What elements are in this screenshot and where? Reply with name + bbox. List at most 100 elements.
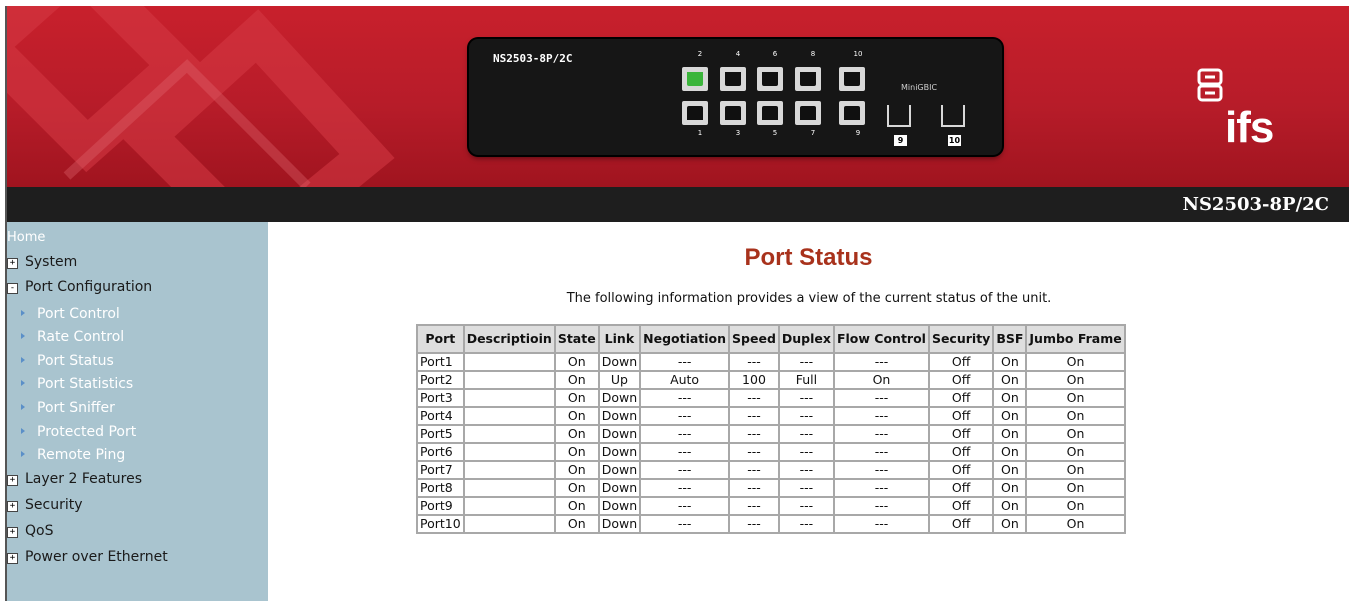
table-cell: On bbox=[1025, 388, 1126, 408]
port-2-icon[interactable] bbox=[682, 67, 708, 91]
table-cell: --- bbox=[777, 442, 835, 462]
table-row: Port3 On Down --- --- --- --- Off On On bbox=[416, 388, 1126, 408]
table-cell bbox=[462, 406, 556, 426]
sidebar-subitem-port-statistics[interactable]: Port Statistics bbox=[21, 376, 133, 392]
sidebar-subitem-remote-ping[interactable]: Remote Ping bbox=[21, 447, 125, 463]
port-6-icon[interactable] bbox=[757, 67, 783, 91]
table-cell: --- bbox=[728, 514, 780, 534]
table-row: Port6 On Down --- --- --- --- Off On On bbox=[416, 442, 1126, 462]
table-row: Port1 On Down --- --- --- --- Off On On bbox=[416, 352, 1126, 372]
table-cell bbox=[462, 370, 556, 390]
sidebar-item-system[interactable]: + System bbox=[7, 254, 77, 270]
table-cell: --- bbox=[777, 514, 835, 534]
table-cell bbox=[462, 388, 556, 408]
sidebar-nav: Home + System - Port Configuration Port Co… bbox=[7, 222, 268, 601]
table-cell bbox=[462, 442, 556, 462]
table-cell: On bbox=[1025, 496, 1126, 516]
table-cell: Up bbox=[597, 370, 642, 390]
sidebar-subitem-label: Port Status bbox=[37, 353, 114, 369]
table-row: Port7 On Down --- --- --- --- Off On On bbox=[416, 460, 1126, 480]
port-10-icon[interactable] bbox=[839, 67, 865, 91]
plus-box-icon[interactable]: + bbox=[7, 501, 18, 512]
table-row: Port10 On Down --- --- --- --- Off On On bbox=[416, 514, 1126, 534]
port-number-label: 4 bbox=[735, 50, 741, 58]
sidebar-subitem-rate-control[interactable]: Rate Control bbox=[21, 329, 124, 345]
table-cell: Down bbox=[597, 478, 642, 498]
table-cell: --- bbox=[639, 460, 731, 480]
table-cell: On bbox=[1025, 514, 1126, 534]
table-cell: --- bbox=[639, 388, 731, 408]
sfp-number-label: 10 bbox=[948, 135, 961, 146]
triangle-right-icon bbox=[21, 404, 25, 410]
table-cell: On bbox=[553, 388, 600, 408]
port-3-icon[interactable] bbox=[720, 101, 746, 125]
table-cell: On bbox=[553, 442, 600, 462]
table-cell: On bbox=[992, 478, 1028, 498]
sidebar-item-label: Layer 2 Features bbox=[25, 471, 143, 487]
sidebar-item-label: Security bbox=[25, 497, 83, 513]
table-cell: Off bbox=[927, 514, 995, 534]
sidebar-subitem-label: Port Control bbox=[37, 306, 120, 322]
table-cell: --- bbox=[728, 442, 780, 462]
table-cell: Off bbox=[927, 496, 995, 516]
sidebar-item-qos[interactable]: + QoS bbox=[7, 523, 53, 539]
table-header-row: Port Descriptioin State Link Negotiation Spee… bbox=[416, 324, 1126, 354]
table-cell: Off bbox=[927, 370, 995, 390]
column-header: State bbox=[553, 324, 600, 354]
sfp-slot-9-icon[interactable] bbox=[887, 105, 911, 127]
table-cell: Down bbox=[597, 388, 642, 408]
table-cell: Down bbox=[597, 460, 642, 480]
table-cell: On bbox=[553, 424, 600, 444]
triangle-right-icon bbox=[21, 310, 25, 316]
page-description: The following information provides a vie… bbox=[566, 291, 1052, 306]
sidebar-item-label: Port Configuration bbox=[25, 279, 153, 295]
table-cell: On bbox=[992, 442, 1028, 462]
plus-box-icon[interactable]: + bbox=[7, 258, 18, 269]
triangle-right-icon bbox=[21, 451, 25, 457]
table-cell: --- bbox=[777, 478, 835, 498]
table-cell: On bbox=[992, 460, 1028, 480]
plus-box-icon[interactable]: + bbox=[7, 553, 18, 564]
port-1-icon[interactable] bbox=[682, 101, 708, 125]
table-cell: --- bbox=[777, 496, 835, 516]
table-cell: On bbox=[553, 352, 600, 372]
table-cell: Down bbox=[597, 352, 642, 372]
port-5-icon[interactable] bbox=[757, 101, 783, 125]
table-cell: --- bbox=[728, 496, 780, 516]
banner-decoration bbox=[7, 6, 395, 187]
table-cell: On bbox=[992, 496, 1028, 516]
triangle-right-icon bbox=[21, 357, 25, 363]
triangle-right-icon bbox=[21, 428, 25, 434]
column-header: Security bbox=[927, 324, 995, 354]
port-number-label: 2 bbox=[697, 50, 703, 58]
sidebar-item-home[interactable]: Home bbox=[7, 230, 45, 245]
sidebar-subitem-label: Rate Control bbox=[37, 329, 125, 345]
table-cell: Off bbox=[927, 388, 995, 408]
port-9-icon[interactable] bbox=[839, 101, 865, 125]
minus-box-icon[interactable]: - bbox=[7, 283, 18, 294]
sidebar-item-security[interactable]: + Security bbox=[7, 497, 83, 513]
minigbic-label: MiniGBIC bbox=[901, 83, 938, 92]
sfp-slot-10-icon[interactable] bbox=[941, 105, 965, 127]
column-header: Descriptioin bbox=[462, 324, 556, 354]
sidebar-subitem-port-control[interactable]: Port Control bbox=[21, 306, 120, 322]
port-8-icon[interactable] bbox=[795, 67, 821, 91]
port-4-icon[interactable] bbox=[720, 67, 746, 91]
table-cell: Port7 bbox=[416, 460, 465, 480]
sidebar-subitem-protected-port[interactable]: Protected Port bbox=[21, 424, 136, 440]
column-header: Negotiation bbox=[639, 324, 731, 354]
table-cell: --- bbox=[832, 478, 930, 498]
table-cell: --- bbox=[639, 514, 731, 534]
sidebar-subitem-port-sniffer[interactable]: Port Sniffer bbox=[21, 400, 115, 416]
sidebar-item-port-configuration[interactable]: - Port Configuration bbox=[7, 279, 152, 295]
port-7-icon[interactable] bbox=[795, 101, 821, 125]
table-body: Port1 On Down --- --- --- --- Off On On Port2 On Up A… bbox=[416, 352, 1126, 534]
table-cell: --- bbox=[639, 496, 731, 516]
sidebar-item-power-over-ethernet[interactable]: + Power over Ethernet bbox=[7, 549, 168, 565]
sidebar-subitem-port-status[interactable]: Port Status bbox=[21, 353, 114, 369]
plus-box-icon[interactable]: + bbox=[7, 475, 18, 486]
plus-box-icon[interactable]: + bbox=[7, 527, 18, 538]
sidebar-item-layer-2-features[interactable]: + Layer 2 Features bbox=[7, 471, 142, 487]
table-cell: On bbox=[553, 406, 600, 426]
table-cell: --- bbox=[728, 424, 780, 444]
